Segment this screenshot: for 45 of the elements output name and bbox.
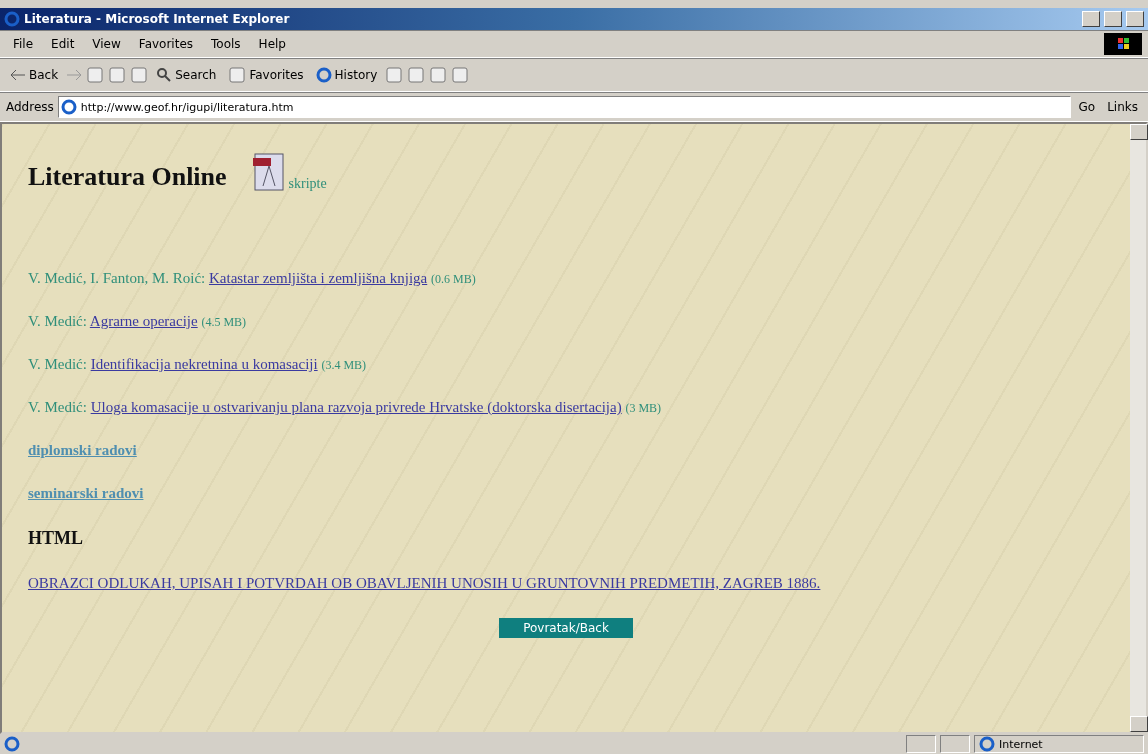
menu-item[interactable]: File bbox=[6, 35, 41, 53]
menu-item[interactable]: Help bbox=[251, 35, 293, 53]
document-link[interactable]: Agrarne operacije bbox=[89, 313, 198, 329]
search-icon bbox=[156, 67, 173, 83]
file-size: (4.5 MB) bbox=[201, 315, 247, 329]
document-link[interactable]: Katastar zemljišta i zemljišna knjiga bbox=[208, 270, 428, 286]
scroll-down-button[interactable] bbox=[1130, 716, 1148, 732]
menu-item[interactable]: Favorites bbox=[131, 35, 201, 53]
menu-item[interactable]: View bbox=[85, 35, 128, 53]
forward-arrow-icon[interactable] bbox=[66, 69, 83, 81]
document-link[interactable]: Uloga komasacije u ostvarivanju plana razvoja privrede Hrvatske (doktorska disertacija) bbox=[90, 399, 622, 415]
menu-item[interactable]: Tools bbox=[204, 35, 248, 53]
document-link[interactable]: Identifikacija nekretnina u komasaciji bbox=[90, 356, 318, 372]
author-text: V. Medić: bbox=[28, 356, 87, 372]
status-pane bbox=[940, 735, 970, 753]
pdf-file-icon[interactable] bbox=[250, 152, 287, 192]
file-size: (0.6 MB) bbox=[431, 272, 476, 286]
document-link[interactable]: OBRAZCI ODLUKAH, UPISAH I POTVRDAH OB OBAVLJENIH UNOSIH U GRUNTOVNIH PREDMETIH, ZAGREB 1886. bbox=[28, 575, 821, 591]
go-button[interactable]: Go bbox=[1074, 98, 1100, 116]
favorites-button[interactable]: Favorites bbox=[224, 64, 308, 86]
page-heading: Literatura Online bbox=[28, 162, 227, 192]
section-heading: HTML bbox=[28, 528, 84, 549]
scrollbar[interactable] bbox=[1130, 124, 1146, 732]
file-size: (3 MB) bbox=[625, 401, 662, 415]
status-pane bbox=[906, 735, 936, 753]
address-label: Address bbox=[6, 100, 54, 114]
back-arrow-icon bbox=[10, 69, 26, 81]
menu-item[interactable]: Edit bbox=[44, 35, 82, 53]
back-button[interactable]: Povratak/Back bbox=[499, 618, 633, 638]
close-button[interactable] bbox=[1126, 11, 1144, 27]
zone-text: Internet bbox=[999, 737, 1043, 751]
file-size: (3.4 MB) bbox=[321, 358, 367, 372]
links-button[interactable]: Links bbox=[1103, 98, 1142, 116]
author-text: V. Medić, I. Fanton, M. Roić: bbox=[28, 270, 206, 286]
search-button[interactable]: Search bbox=[152, 65, 221, 85]
history-button[interactable]: History bbox=[311, 65, 382, 85]
minimize-button[interactable] bbox=[1082, 11, 1100, 27]
window-title: Literatura - Microsoft Internet Explorer bbox=[24, 12, 290, 26]
author-text: V. Medić: bbox=[28, 399, 87, 415]
scroll-up-button[interactable] bbox=[1130, 124, 1148, 140]
back-button[interactable]: Back bbox=[6, 66, 63, 84]
author-text: V. Medić: bbox=[28, 313, 87, 329]
maximize-button[interactable] bbox=[1104, 11, 1122, 27]
windows-logo-icon bbox=[1104, 33, 1142, 55]
address-field[interactable]: http://www.geof.hr/igupi/literatura.htm bbox=[57, 96, 1071, 118]
